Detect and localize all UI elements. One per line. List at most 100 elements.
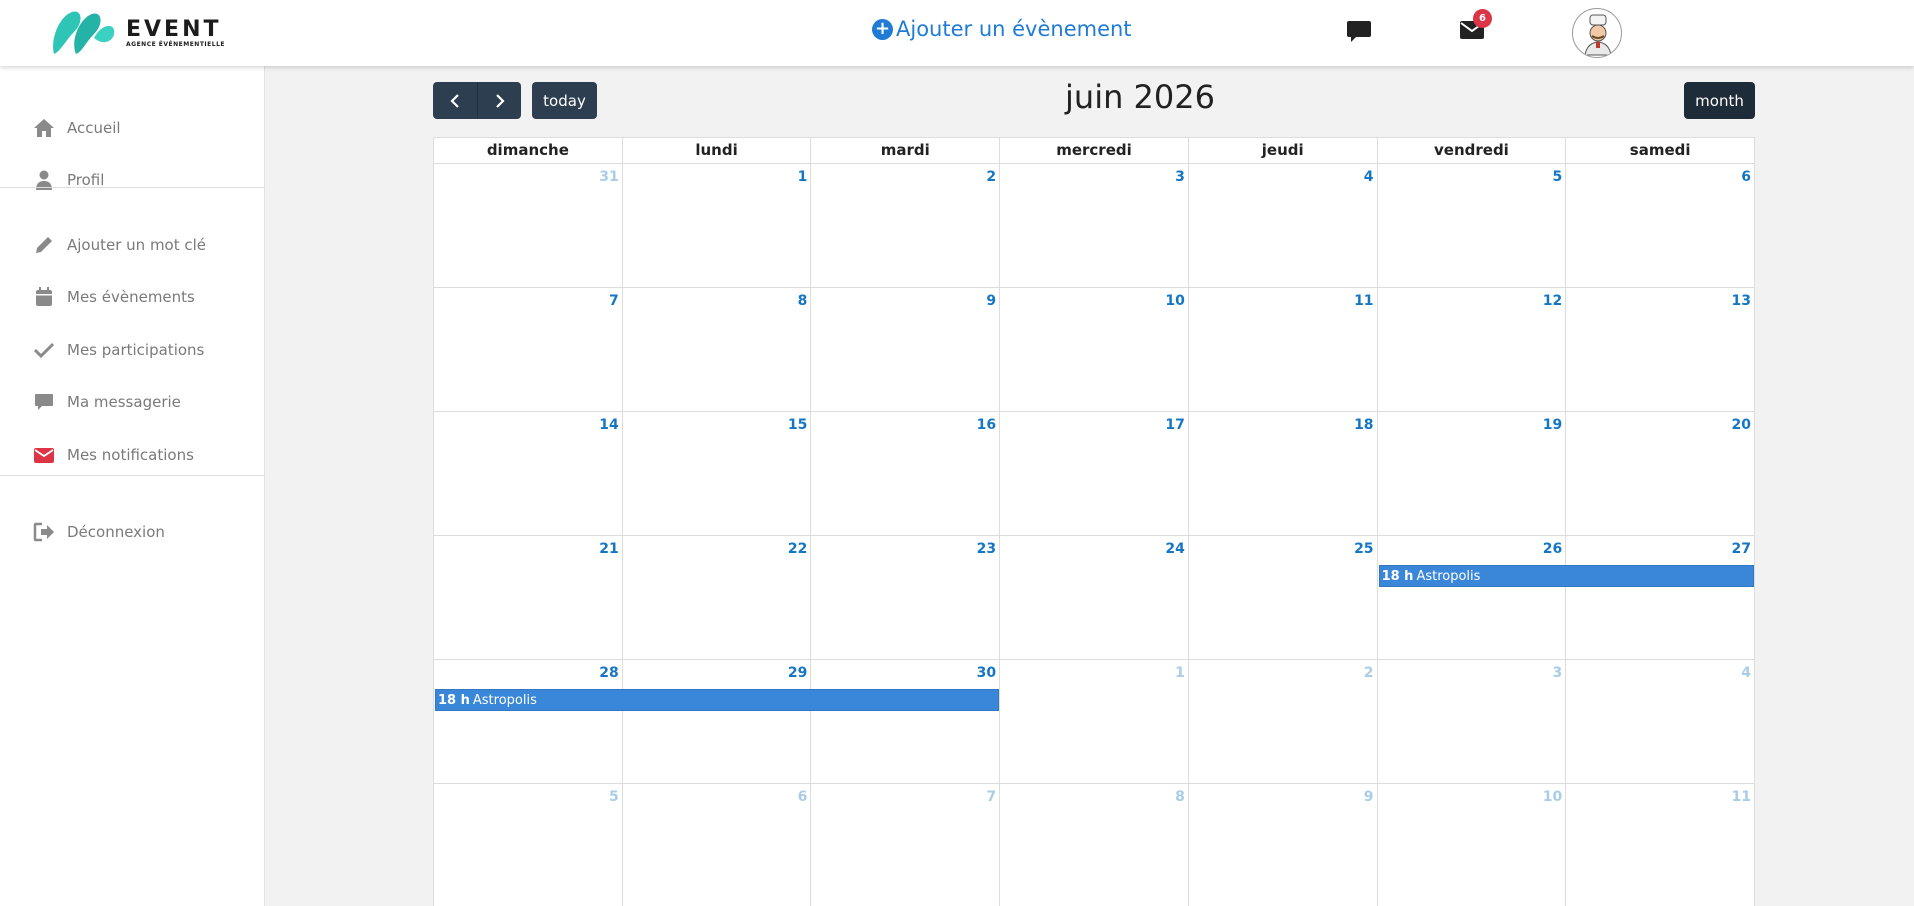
sidebar-item-deconnexion[interactable]: Déconnexion <box>0 512 265 552</box>
calendar-event[interactable]: 18 h Astropolis <box>435 689 1000 711</box>
calendar-day-cell[interactable]: 25 <box>1188 536 1378 660</box>
calendar-day-cell[interactable]: 19 <box>1377 412 1567 536</box>
calendar-day-cell[interactable]: 10 <box>1378 784 1567 906</box>
calendar-day-cell[interactable]: 8 <box>622 288 812 412</box>
calendar-day-cell[interactable]: 1 <box>1000 660 1189 784</box>
sidebar-item-accueil[interactable]: Accueil <box>0 108 265 148</box>
calendar-day-cell[interactable]: 21 <box>434 536 623 660</box>
calendar-day-cell[interactable]: 22 <box>622 536 812 660</box>
day-number[interactable]: 14 <box>599 417 618 433</box>
calendar-day-cell[interactable]: 9 <box>811 288 1001 412</box>
calendar-day-cell[interactable]: 23 <box>811 536 1001 660</box>
day-number[interactable]: 12 <box>1543 293 1562 309</box>
calendar-day-cell[interactable]: 5 <box>434 784 623 906</box>
sidebar-item-mes-notifications[interactable]: Mes notifications <box>0 435 265 475</box>
sidebar-item-ajouter-mot-cle[interactable]: Ajouter un mot clé <box>0 225 265 265</box>
calendar-day-cell[interactable]: 3 <box>1377 660 1567 784</box>
day-number[interactable]: 3 <box>1553 665 1563 681</box>
day-number[interactable]: 16 <box>977 417 996 433</box>
calendar-day-cell[interactable]: 11 <box>1566 784 1755 906</box>
day-number[interactable]: 15 <box>788 417 807 433</box>
day-number[interactable]: 4 <box>1364 169 1374 185</box>
sidebar-item-mes-evenements[interactable]: Mes évènements <box>0 277 265 317</box>
day-number[interactable]: 24 <box>1165 541 1184 557</box>
today-button[interactable]: today <box>532 82 597 119</box>
calendar-day-cell[interactable]: 16 <box>811 412 1001 536</box>
day-number[interactable]: 23 <box>977 541 996 557</box>
calendar-day-cell[interactable]: 7 <box>811 784 1001 906</box>
calendar-day-cell[interactable]: 1 <box>622 164 812 288</box>
day-number[interactable]: 17 <box>1165 417 1184 433</box>
calendar-day-cell[interactable]: 10 <box>1000 288 1189 412</box>
sidebar-item-profil[interactable]: Profil <box>0 160 265 200</box>
notifications-button[interactable]: 6 <box>1459 9 1492 46</box>
calendar-day-cell[interactable]: 15 <box>622 412 812 536</box>
calendar-day-cell[interactable]: 20 <box>1566 412 1755 536</box>
calendar-event[interactable]: 18 h Astropolis <box>1378 565 1754 587</box>
calendar-day-cell[interactable]: 4 <box>1566 660 1755 784</box>
calendar-day-cell[interactable]: 29 <box>622 660 812 784</box>
day-number[interactable]: 9 <box>986 293 996 309</box>
messages-button[interactable] <box>1346 18 1372 48</box>
day-number[interactable]: 2 <box>986 169 996 185</box>
calendar-day-cell[interactable]: 11 <box>1188 288 1378 412</box>
calendar-day-cell[interactable]: 18 <box>1188 412 1378 536</box>
calendar-day-cell[interactable]: 3 <box>1000 164 1189 288</box>
calendar-day-cell[interactable]: 2 <box>811 164 1001 288</box>
day-number[interactable]: 2 <box>1364 665 1374 681</box>
calendar-day-cell[interactable]: 26 <box>1377 536 1567 660</box>
day-number[interactable]: 30 <box>977 665 996 681</box>
calendar-day-cell[interactable]: 4 <box>1188 164 1378 288</box>
day-number[interactable]: 6 <box>798 789 808 805</box>
sidebar-item-ma-messagerie[interactable]: Ma messagerie <box>0 382 265 422</box>
calendar-day-cell[interactable]: 6 <box>623 784 812 906</box>
day-number[interactable]: 4 <box>1741 665 1751 681</box>
day-number[interactable]: 7 <box>986 789 996 805</box>
day-number[interactable]: 26 <box>1543 541 1562 557</box>
day-number[interactable]: 10 <box>1165 293 1184 309</box>
month-view-button[interactable]: month <box>1684 82 1755 119</box>
day-number[interactable]: 5 <box>609 789 619 805</box>
calendar-day-cell[interactable]: 27 <box>1566 536 1755 660</box>
calendar-day-cell[interactable]: 17 <box>1000 412 1189 536</box>
calendar-day-cell[interactable]: 28 <box>434 660 623 784</box>
calendar-day-cell[interactable]: 7 <box>434 288 623 412</box>
day-number[interactable]: 31 <box>599 169 618 185</box>
calendar-day-cell[interactable]: 12 <box>1377 288 1567 412</box>
calendar-day-cell[interactable]: 13 <box>1566 288 1755 412</box>
calendar-day-cell[interactable]: 6 <box>1566 164 1755 288</box>
prev-month-button[interactable] <box>433 82 477 119</box>
calendar-day-cell[interactable]: 24 <box>1000 536 1189 660</box>
day-number[interactable]: 11 <box>1732 789 1751 805</box>
day-number[interactable]: 1 <box>798 169 808 185</box>
day-number[interactable]: 21 <box>599 541 618 557</box>
calendar-day-cell[interactable]: 5 <box>1377 164 1567 288</box>
calendar-day-cell[interactable]: 9 <box>1189 784 1378 906</box>
next-month-button[interactable] <box>477 82 521 119</box>
calendar-day-cell[interactable]: 14 <box>434 412 623 536</box>
calendar-day-cell[interactable]: 2 <box>1188 660 1378 784</box>
day-number[interactable]: 1 <box>1175 665 1185 681</box>
day-number[interactable]: 7 <box>609 293 619 309</box>
day-number[interactable]: 22 <box>788 541 807 557</box>
brand-logo[interactable]: EVENT AGENCE ÉVÉNEMENTIELLE <box>50 8 225 58</box>
day-number[interactable]: 20 <box>1732 417 1751 433</box>
day-number[interactable]: 13 <box>1732 293 1751 309</box>
sidebar-item-mes-participations[interactable]: Mes participations <box>0 330 265 370</box>
day-number[interactable]: 9 <box>1364 789 1374 805</box>
user-avatar[interactable] <box>1572 8 1622 58</box>
day-number[interactable]: 28 <box>599 665 618 681</box>
day-number[interactable]: 8 <box>798 293 808 309</box>
day-number[interactable]: 5 <box>1553 169 1563 185</box>
day-number[interactable]: 27 <box>1732 541 1751 557</box>
day-number[interactable]: 10 <box>1543 789 1562 805</box>
add-event-link[interactable]: + Ajouter un évènement <box>872 17 1132 41</box>
day-number[interactable]: 11 <box>1354 293 1373 309</box>
day-number[interactable]: 3 <box>1175 169 1185 185</box>
day-number[interactable]: 25 <box>1354 541 1373 557</box>
day-number[interactable]: 18 <box>1354 417 1373 433</box>
day-number[interactable]: 8 <box>1175 789 1185 805</box>
day-number[interactable]: 29 <box>788 665 807 681</box>
calendar-day-cell[interactable]: 8 <box>1000 784 1189 906</box>
day-number[interactable]: 19 <box>1543 417 1562 433</box>
